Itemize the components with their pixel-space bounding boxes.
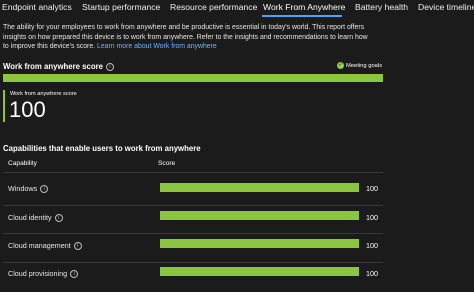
overall-score-bar bbox=[3, 74, 383, 82]
capability-row-cloud-management: Cloud management i bbox=[8, 241, 82, 251]
capability-score-bar bbox=[160, 183, 359, 192]
capability-row-cloud-identity: Cloud identity i bbox=[8, 213, 63, 223]
capabilities-title: Capabilities that enable users to work f… bbox=[3, 144, 201, 153]
score-card: Work from anywhere score 100 bbox=[3, 90, 93, 122]
capability-score: 100 bbox=[366, 213, 378, 222]
header-divider bbox=[3, 172, 383, 173]
capability-name: Cloud provisioning bbox=[8, 269, 68, 278]
capability-name: Cloud identity bbox=[8, 213, 52, 222]
capability-score: 100 bbox=[366, 269, 378, 278]
capability-score-bar-fill bbox=[160, 211, 359, 220]
overall-score-bar-fill bbox=[3, 74, 383, 82]
learn-more-link[interactable]: Learn more about Work from anywhere bbox=[97, 43, 217, 50]
capability-score: 100 bbox=[366, 184, 378, 193]
capability-score-bar bbox=[160, 239, 359, 248]
capability-name: Windows bbox=[8, 184, 38, 193]
capability-row-windows: Windows i bbox=[8, 184, 49, 194]
report-description: The ability for your employees to work f… bbox=[3, 23, 368, 52]
capability-name: Cloud management bbox=[8, 241, 71, 250]
check-circle-icon: ✓ bbox=[337, 62, 344, 69]
capability-score-bar-fill bbox=[160, 183, 359, 192]
capability-score-bar-fill bbox=[160, 267, 359, 276]
capability-row-cloud-provisioning: Cloud provisioning i bbox=[8, 269, 79, 279]
active-tab-indicator bbox=[262, 15, 342, 17]
info-icon[interactable]: i bbox=[105, 62, 114, 71]
info-icon[interactable]: i bbox=[54, 214, 63, 223]
tab-resource-performance[interactable]: Resource performance bbox=[170, 2, 257, 12]
info-icon[interactable]: i bbox=[70, 270, 79, 279]
tab-work-from-anywhere[interactable]: Work From Anywhere bbox=[263, 2, 345, 12]
capability-score-bar-fill bbox=[160, 239, 359, 248]
score-section-title: Work from anywhere score i bbox=[3, 62, 114, 71]
row-divider bbox=[3, 205, 383, 206]
score-title-text: Work from anywhere score bbox=[3, 62, 103, 71]
row-divider bbox=[3, 262, 383, 263]
capability-score-bar bbox=[160, 211, 359, 220]
capability-score: 100 bbox=[366, 241, 378, 250]
capability-score-bar bbox=[160, 267, 359, 276]
column-header-capability: Capability bbox=[8, 160, 37, 167]
row-divider bbox=[3, 233, 383, 234]
score-card-value: 100 bbox=[9, 97, 46, 122]
info-icon[interactable]: i bbox=[40, 185, 49, 194]
tab-endpoint-analytics[interactable]: Endpoint analytics bbox=[2, 2, 72, 12]
tab-bar: Endpoint analytics Startup performance R… bbox=[0, 0, 474, 18]
status-text: Meeting goals bbox=[346, 63, 383, 70]
info-icon[interactable]: i bbox=[73, 242, 82, 251]
tab-battery-health[interactable]: Battery health bbox=[355, 2, 408, 12]
tab-device-timeline[interactable]: Device timeline bbox=[418, 2, 474, 12]
column-header-score: Score bbox=[158, 160, 176, 167]
status-badge: ✓ Meeting goals bbox=[337, 62, 382, 69]
tab-startup-performance[interactable]: Startup performance bbox=[82, 2, 160, 12]
